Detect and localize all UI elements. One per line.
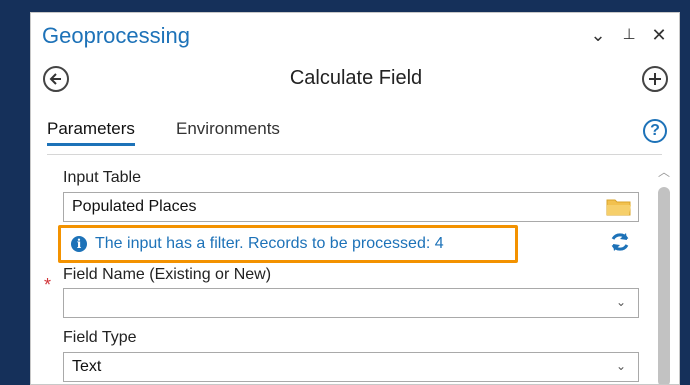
geoprocessing-pane: Geoprocessing ⌄ ⊥ ✕ Calculate Field Para…: [30, 12, 680, 385]
field-type-label: Field Type: [63, 329, 137, 346]
scrollbar[interactable]: ︿: [653, 163, 675, 384]
help-icon[interactable]: ?: [643, 119, 667, 143]
tool-header: Calculate Field: [31, 63, 679, 97]
tab-divider: [47, 154, 662, 155]
tab-parameters[interactable]: Parameters: [47, 119, 135, 146]
field-type-select[interactable]: Text ⌄: [63, 352, 639, 382]
required-marker: *: [44, 275, 52, 295]
input-table-label: Input Table: [63, 169, 141, 186]
chevron-down-icon: ⌄: [615, 295, 626, 309]
folder-icon[interactable]: [606, 197, 632, 217]
field-name-select[interactable]: ⌄: [63, 288, 639, 318]
tab-environments[interactable]: Environments: [176, 119, 280, 143]
field-type-value: Text: [72, 358, 102, 375]
pane-title: Geoprocessing: [42, 23, 190, 48]
scroll-up-icon[interactable]: ︿: [653, 163, 675, 181]
add-button[interactable]: [642, 66, 668, 92]
pane-options-icon[interactable]: ⌄: [588, 25, 608, 45]
input-table-value: Populated Places: [72, 198, 197, 215]
info-icon: i: [71, 236, 87, 252]
refresh-icon[interactable]: [609, 231, 631, 253]
tool-title: Calculate Field: [289, 67, 423, 89]
chevron-down-icon: ⌄: [615, 359, 626, 373]
add-icon: [649, 73, 661, 85]
scroll-thumb[interactable]: [658, 187, 670, 384]
pin-icon[interactable]: ⊥: [619, 25, 639, 45]
app-background: Geoprocessing ⌄ ⊥ ✕ Calculate Field Para…: [0, 0, 690, 385]
info-message-text: The input has a filter. Records to be pr…: [95, 235, 444, 252]
input-table-select[interactable]: Populated Places ⌄: [63, 192, 639, 222]
close-icon[interactable]: ✕: [649, 25, 669, 45]
filter-info-message: i The input has a filter. Records to be …: [58, 225, 518, 263]
field-name-label: Field Name (Existing or New): [63, 266, 272, 283]
